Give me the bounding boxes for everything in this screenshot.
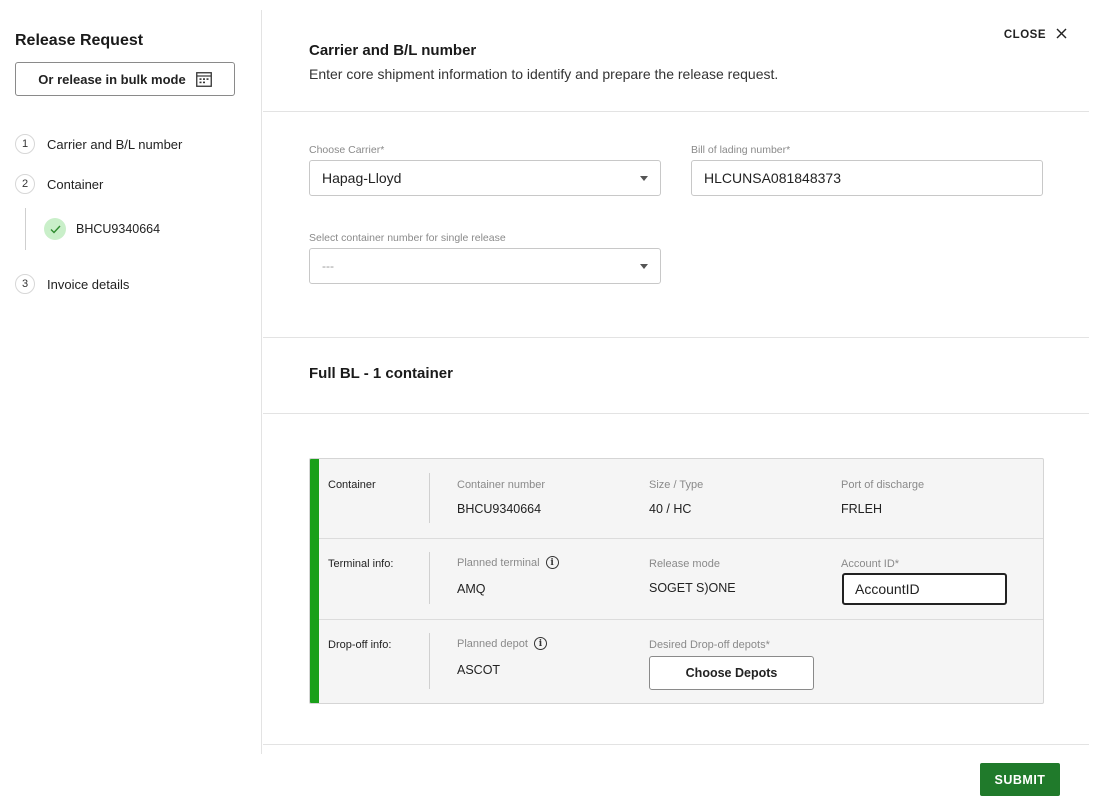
bl-number-value: HLCUNSA081848373 (704, 170, 841, 186)
row-separator (319, 619, 1043, 620)
divider (263, 337, 1089, 338)
planned-depot-value: ASCOT (457, 663, 501, 677)
account-id-value: AccountID (855, 581, 920, 597)
carrier-select[interactable]: Hapag-Lloyd (309, 160, 661, 196)
step-label: Invoice details (47, 276, 130, 292)
carrier-value: Hapag-Lloyd (322, 170, 402, 186)
step-number: 3 (15, 274, 35, 294)
calendar-grid-icon (195, 71, 212, 87)
planned-depot-label: Planned depot i (457, 637, 547, 650)
close-label: CLOSE (1003, 29, 1046, 41)
step-carrier-bl[interactable]: 1 Carrier and B/L number (15, 134, 182, 154)
container-select-label: Select container number for single relea… (309, 232, 506, 244)
step-label: Carrier and B/L number (47, 136, 183, 152)
release-mode-value: SOGET S)ONE (649, 581, 736, 595)
port-discharge-label: Port of discharge (841, 479, 925, 491)
bl-number-input[interactable]: HLCUNSA081848373 (691, 160, 1043, 196)
planned-depot-label-text: Planned depot (457, 637, 528, 650)
close-button[interactable]: CLOSE (1004, 28, 1067, 42)
bulk-mode-label: Or release in bulk mode (38, 71, 186, 87)
choose-depots-label: Choose Depots (685, 666, 778, 680)
divider (263, 413, 1089, 414)
account-id-input[interactable]: AccountID (842, 573, 1007, 605)
substep-container-item[interactable]: BHCU9340664 (44, 218, 160, 240)
step-number: 1 (15, 134, 35, 154)
step-invoice-details[interactable]: 3 Invoice details (15, 274, 129, 294)
step-container[interactable]: 2 Container (15, 174, 103, 194)
divider (263, 111, 1089, 112)
account-id-label: Account ID* (841, 558, 900, 570)
container-select-value: --- (322, 259, 334, 273)
substep-label: BHCU9340664 (76, 222, 161, 236)
page-subtitle: Enter core shipment information to ident… (309, 66, 779, 82)
row-divider (429, 552, 430, 604)
desired-depots-label: Desired Drop-off depots* (649, 639, 770, 651)
card-accent-bar (310, 459, 319, 703)
submit-button[interactable]: SUBMIT (980, 763, 1060, 796)
chevron-down-icon (640, 264, 648, 269)
chevron-down-icon (640, 176, 648, 181)
size-type-value: 40 / HC (649, 502, 692, 516)
row-divider (429, 473, 430, 523)
port-discharge-value: FRLEH (841, 502, 882, 516)
page-title: Carrier and B/L number (309, 42, 477, 59)
choose-depots-button[interactable]: Choose Depots (649, 656, 814, 690)
row-separator (319, 538, 1043, 539)
full-bl-title: Full BL - 1 container (309, 365, 453, 382)
planned-terminal-label: Planned terminal i (457, 556, 559, 569)
bl-number-label: Bill of lading number* (691, 144, 791, 156)
planned-terminal-label-text: Planned terminal (457, 556, 540, 569)
main-panel: Carrier and B/L number Enter core shipme… (263, 10, 1089, 754)
sidebar: Release Request Or release in bulk mode … (0, 10, 262, 754)
container-number-value: BHCU9340664 (457, 502, 542, 516)
size-type-label: Size / Type (649, 479, 704, 491)
info-icon[interactable]: i (533, 637, 547, 650)
substep-connector (25, 208, 26, 250)
row-divider (429, 633, 430, 689)
container-select[interactable]: --- (309, 248, 661, 284)
info-icon[interactable]: i (545, 556, 559, 569)
planned-terminal-value: AMQ (457, 582, 486, 596)
step-number: 2 (15, 174, 35, 194)
step-label: Container (47, 176, 104, 192)
carrier-label: Choose Carrier* (309, 144, 385, 156)
dropoff-row-label: Drop-off info: (328, 639, 392, 651)
close-icon (1056, 28, 1067, 42)
release-mode-label: Release mode (649, 558, 720, 570)
container-number-label: Container number (457, 479, 546, 491)
terminal-row-label: Terminal info: (328, 558, 394, 570)
container-row-label: Container (328, 479, 376, 491)
bulk-mode-button[interactable]: Or release in bulk mode (15, 62, 235, 96)
sidebar-title: Release Request (15, 32, 144, 49)
divider (263, 744, 1089, 745)
submit-label: SUBMIT (994, 772, 1046, 787)
container-card: Container Container number BHCU9340664 S… (309, 458, 1044, 704)
check-icon (44, 218, 66, 240)
